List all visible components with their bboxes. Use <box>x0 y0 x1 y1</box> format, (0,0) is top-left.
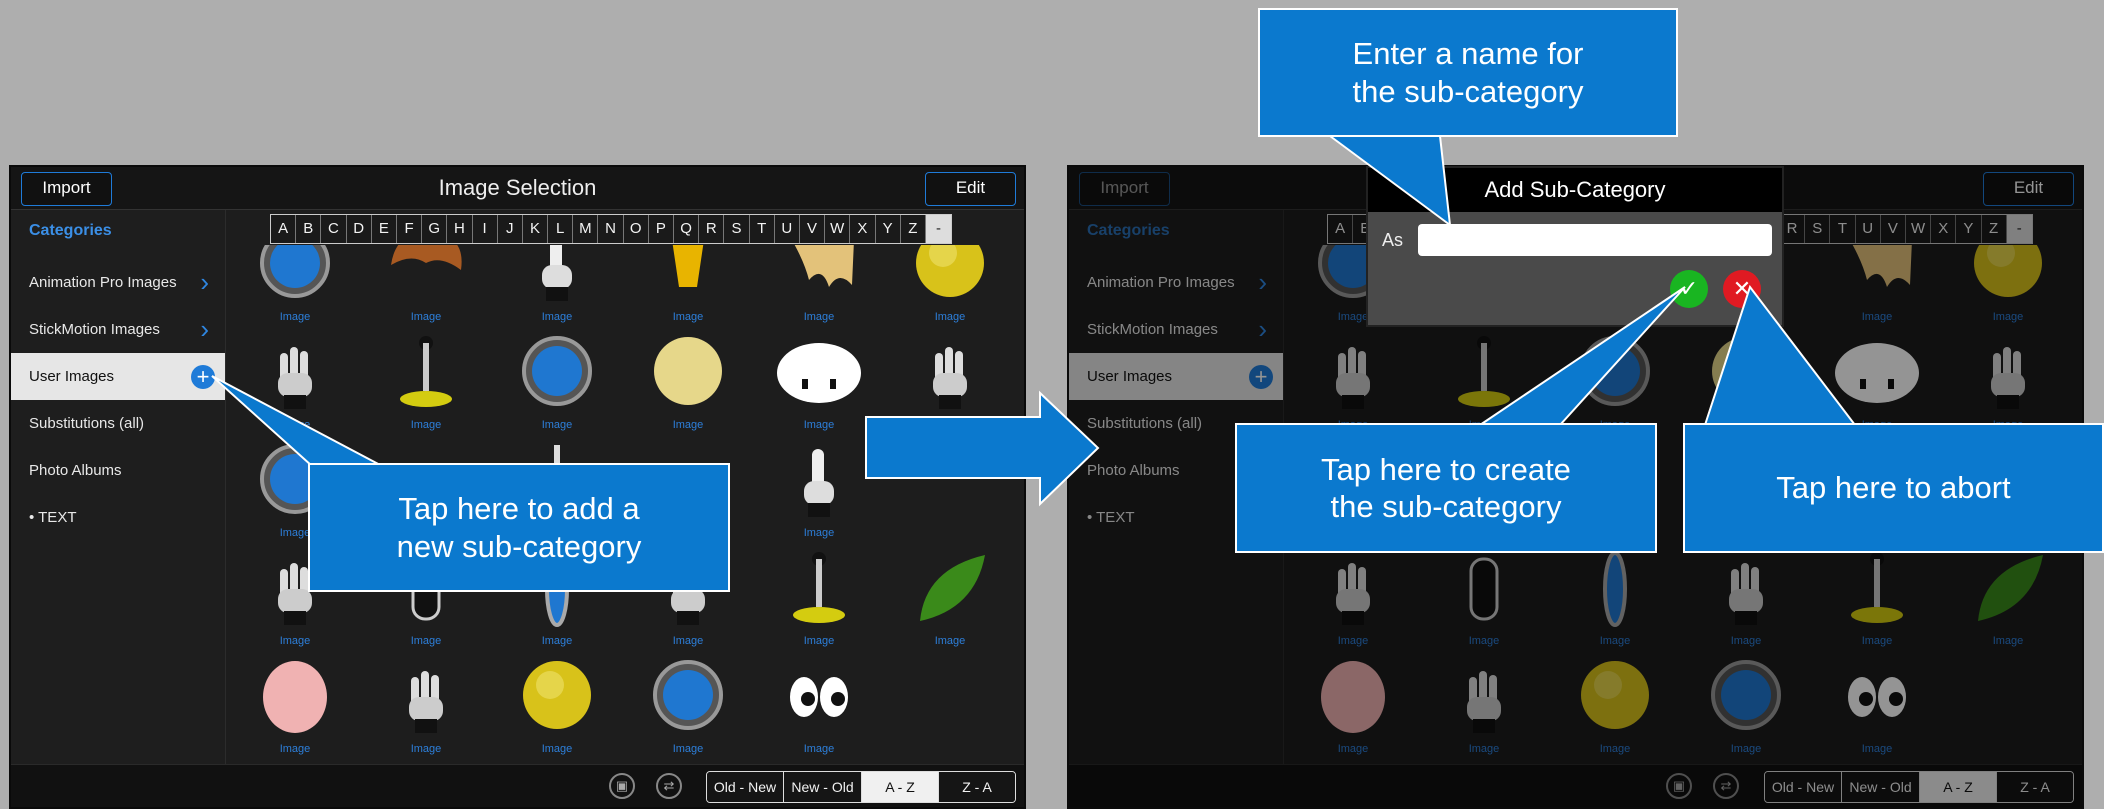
callout-pointer-abort <box>1703 284 1858 426</box>
callout-add-subcategory: Tap here to add a new sub-category <box>308 463 730 592</box>
callout-text: Tap here to abort <box>1776 470 2011 506</box>
callout-text: Tap here to add a new sub-category <box>396 491 642 564</box>
annotation-overlay <box>211 135 1858 507</box>
callout-pointer-add <box>211 375 383 467</box>
callout-pointer-create <box>1476 286 1686 426</box>
callout-enter-name: Enter a name for the sub-category <box>1258 8 1678 137</box>
next-step-arrow <box>865 390 1100 507</box>
callout-abort: Tap here to abort <box>1683 423 2104 553</box>
callout-pointer-name <box>1326 135 1452 228</box>
callout-create-subcategory: Tap here to create the sub-category <box>1235 423 1657 553</box>
callout-text: Enter a name for the sub-category <box>1352 36 1584 109</box>
callout-text: Tap here to create the sub-category <box>1321 451 1571 524</box>
